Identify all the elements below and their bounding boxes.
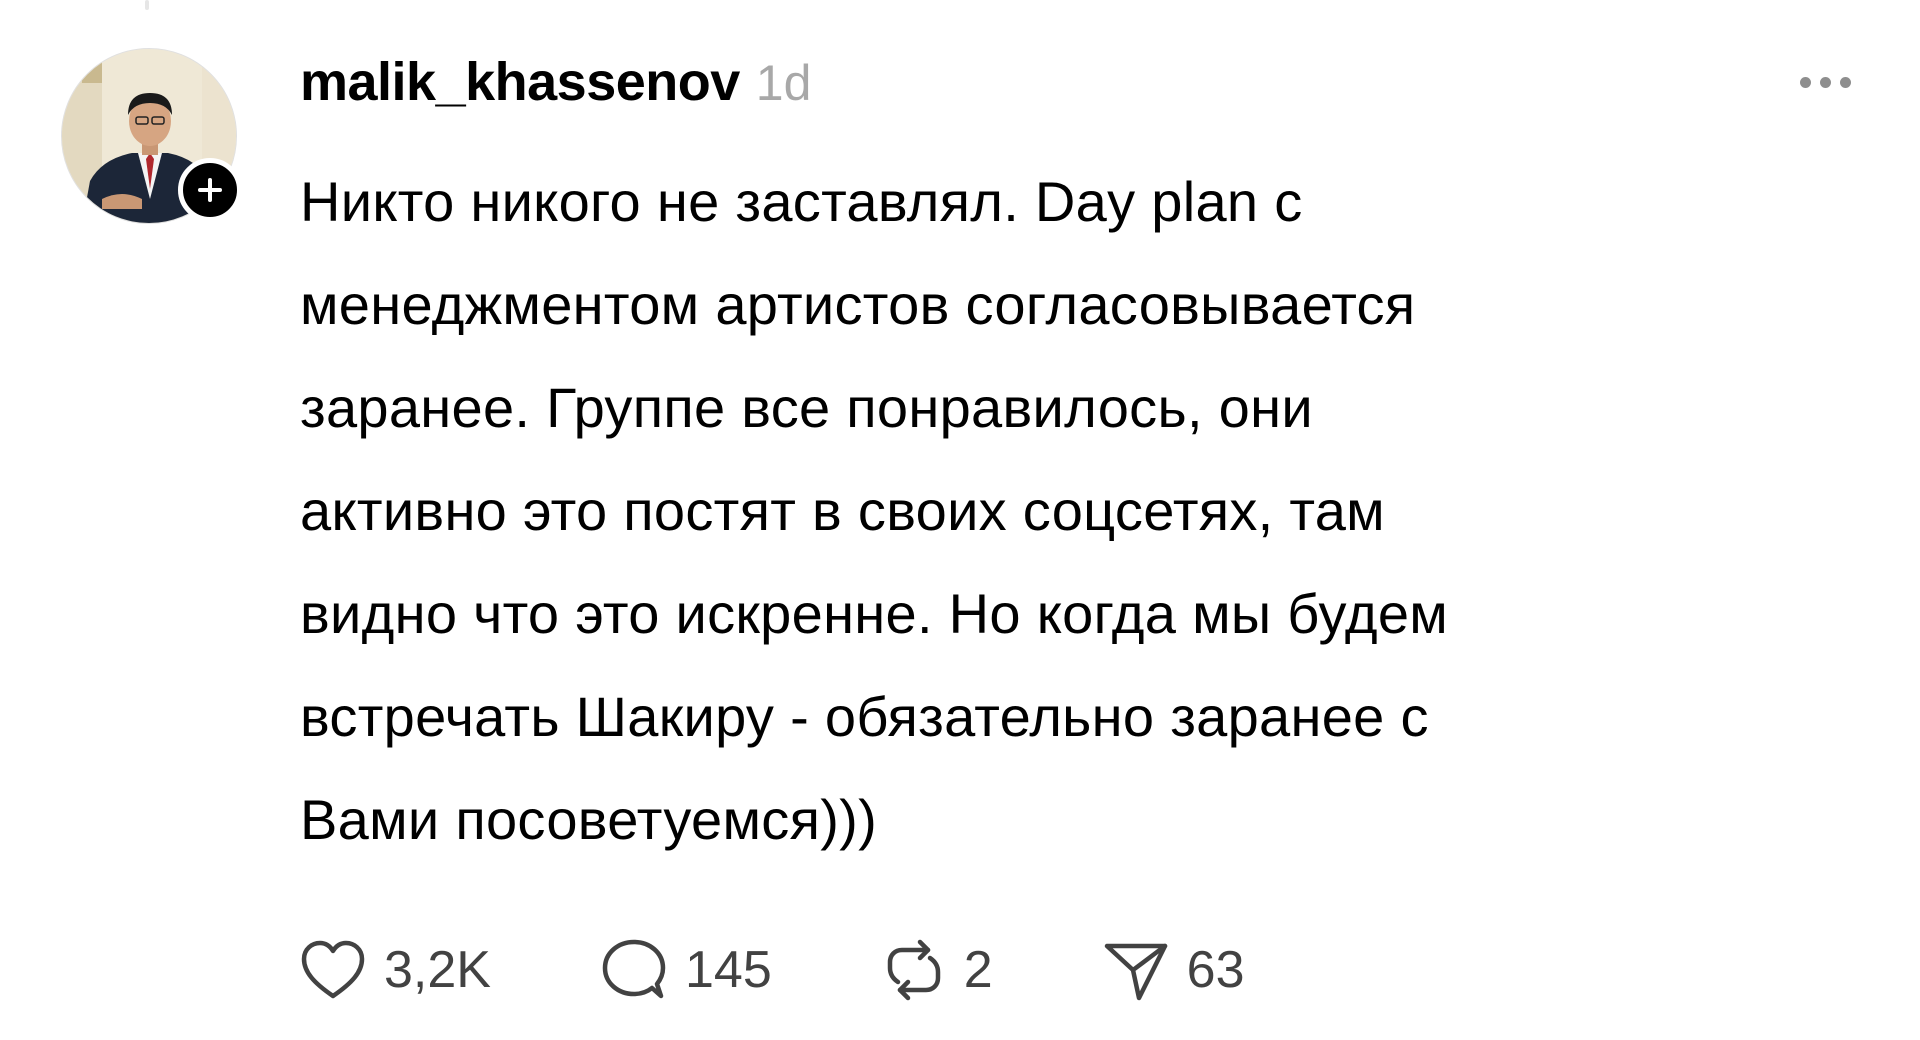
author-username[interactable]: malik_khassenov xyxy=(300,50,740,114)
repost-button[interactable]: 2 xyxy=(882,935,993,1005)
author-avatar-container[interactable] xyxy=(61,48,242,224)
like-button[interactable]: 3,2K xyxy=(300,935,491,1005)
ellipsis-icon xyxy=(1819,76,1831,88)
post-text-line: Вами посоветуемся))) xyxy=(300,788,878,851)
repost-count: 2 xyxy=(963,941,993,999)
post-text-line: менеджментом артистов согласовывается xyxy=(300,273,1416,336)
ellipsis-icon xyxy=(1799,76,1811,88)
post-text-line: заранее. Группе все понравилось, они xyxy=(300,376,1313,439)
post-actions: 3,2K 145 2 63 xyxy=(300,935,1245,1005)
post-text-line: видно что это искренне. Но когда мы буде… xyxy=(300,582,1449,645)
plus-icon xyxy=(198,178,222,202)
share-button[interactable]: 63 xyxy=(1103,935,1245,1005)
reply-button[interactable]: 145 xyxy=(601,935,772,1005)
post-body: Никто никого не заставлял. Day plan с ме… xyxy=(300,150,1900,871)
repost-icon xyxy=(887,939,940,1001)
ellipsis-icon xyxy=(1839,76,1851,88)
reply-count: 145 xyxy=(684,941,772,999)
post-timestamp[interactable]: 1d xyxy=(756,51,812,115)
post-header: malik_khassenov 1d xyxy=(300,50,811,115)
post-text-line: Никто никого не заставлял. Day plan с xyxy=(300,170,1303,233)
share-count: 63 xyxy=(1186,941,1245,999)
share-icon xyxy=(1104,943,1167,1001)
follow-button[interactable] xyxy=(178,158,242,222)
thread-connector-line xyxy=(145,0,149,10)
comment-icon xyxy=(602,939,666,999)
more-options-button[interactable] xyxy=(1780,62,1870,102)
thread-post: malik_khassenov 1d Никто никого не заста… xyxy=(0,0,1920,1040)
post-text-line: встречать Шакиру - обязательно заранее с xyxy=(300,685,1429,748)
post-text-line: активно это постят в своих соцсетях, там xyxy=(300,479,1385,542)
heart-icon xyxy=(301,940,365,999)
like-count: 3,2K xyxy=(384,941,491,999)
